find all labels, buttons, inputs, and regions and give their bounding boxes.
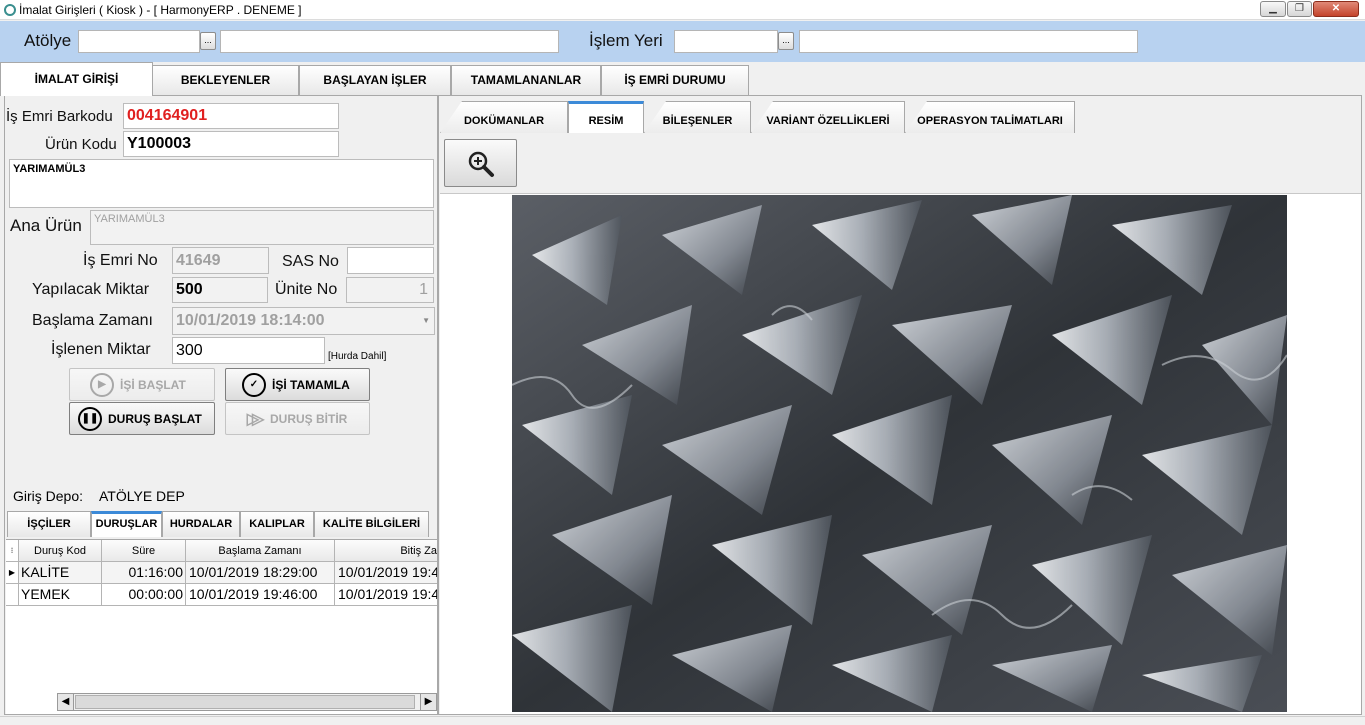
tab-bekleyenler[interactable]: BEKLEYENLER (152, 65, 299, 95)
atolye-label: Atölye (24, 31, 72, 50)
islem-yeri-label: İşlem Yeri (589, 31, 663, 50)
scroll-thumb[interactable] (75, 695, 415, 709)
sas-no-label: SAS No (282, 253, 339, 270)
baslama-zamani-label: Başlama Zamanı (32, 312, 153, 329)
pause-icon: ❚❚ (78, 406, 102, 431)
resim-viewer (440, 193, 1361, 714)
table-row-cell[interactable]: 10/01/2019 19:46:00 (186, 584, 335, 606)
table-row-cell[interactable]: KALİTE (19, 562, 102, 584)
islem-yeri-code-input[interactable] (674, 30, 778, 53)
zoom-button[interactable] (444, 139, 517, 187)
durus-bitir-label: DURUŞ BİTİR (270, 411, 348, 426)
grid-horizontal-scrollbar[interactable]: ◀ ▶ (57, 693, 437, 711)
minimize-icon: ▁ (1269, 3, 1277, 14)
table-row-cell[interactable]: 01:16:00 (102, 562, 186, 584)
isi-baslat-label: İŞİ BAŞLAT (120, 377, 186, 392)
grid-header-sure[interactable]: Süre (102, 540, 186, 562)
check-icon: ✓ (242, 372, 266, 397)
islem-yeri-name-input[interactable] (799, 30, 1138, 53)
subtab-isciler[interactable]: İŞÇİLER (7, 511, 91, 537)
zoom-in-icon (468, 151, 494, 177)
yapilacak-miktar-label: Yapılacak Miktar (32, 281, 150, 298)
unite-no-input: 1 (346, 277, 434, 303)
unite-no-label: Ünite No (275, 281, 338, 298)
duruslar-grid: ⁝ Duruş Kod Süre Başlama Zamanı Bitiş Za… (6, 539, 437, 714)
table-row-cell[interactable]: 00:00:00 (102, 584, 186, 606)
giris-depo-label: Giriş Depo: (13, 488, 84, 504)
yapilacak-miktar-input: 500 (172, 277, 268, 303)
is-emri-no-label: İş Emri No (83, 252, 158, 269)
tab-resim[interactable]: RESİM (568, 101, 644, 133)
tab-tamamlananlar[interactable]: TAMAMLANANLAR (451, 65, 601, 95)
durus-baslat-label: DURUŞ BAŞLAT (108, 411, 202, 426)
is-emri-barkodu-input[interactable]: 004164901 (123, 103, 339, 129)
isi-tamamla-label: İŞİ TAMAMLA (272, 377, 350, 392)
hurda-dahil-note: [Hurda Dahil] (328, 351, 387, 362)
title-bar: İmalat Girişleri ( Kiosk ) - [ HarmonyER… (0, 0, 1365, 20)
durus-bitir-button[interactable]: ▷▷ DURUŞ BİTİR (225, 402, 370, 435)
table-row-cell[interactable]: 10/01/2019 18:29:00 (186, 562, 335, 584)
urun-aciklama-box: YARIMAMÜL3 (9, 159, 434, 208)
tab-operasyon-talimatlari[interactable]: OPERASYON TALİMATLARI (905, 101, 1075, 133)
tab-bilesenler[interactable]: BİLEŞENLER (644, 101, 751, 133)
restore-icon: ❐ (1295, 3, 1304, 14)
table-row-cell[interactable]: YEMEK (19, 584, 102, 606)
urun-kodu-label: Ürün Kodu (45, 136, 117, 153)
islem-yeri-browse-button[interactable]: ... (778, 32, 794, 50)
imalat-girisi-panel: İş Emri Barkodu 004164901 Ürün Kodu Y100… (4, 95, 438, 715)
filter-bar: Atölye ... İşlem Yeri ... (0, 21, 1365, 62)
is-emri-no-input: 41649 (172, 247, 269, 274)
urun-kodu-input[interactable]: Y100003 (123, 131, 339, 157)
table-row-cell[interactable]: 10/01/2019 19:4 (335, 562, 437, 584)
minimize-button[interactable]: ▁ (1260, 1, 1286, 17)
durus-baslat-button[interactable]: ❚❚ DURUŞ BAŞLAT (69, 402, 215, 435)
maximize-button[interactable]: ❐ (1287, 1, 1312, 17)
scroll-left-icon[interactable]: ◀ (58, 694, 74, 710)
atolye-code-input[interactable] (78, 30, 200, 53)
islenen-miktar-label: İşlenen Miktar (51, 341, 151, 358)
tab-baslayan-isler[interactable]: BAŞLAYAN İŞLER (299, 65, 451, 95)
subtab-kaliplar[interactable]: KALIPLAR (240, 511, 314, 537)
isi-baslat-button[interactable]: ▶ İŞİ BAŞLAT (69, 368, 215, 401)
play-icon: ▶ (90, 372, 114, 397)
isi-tamamla-button[interactable]: ✓ İŞİ TAMAMLA (225, 368, 370, 401)
ana-urun-box: YARIMAMÜL3 (90, 210, 434, 245)
subtab-kalite-bilgileri[interactable]: KALİTE BİLGİLERİ (314, 511, 429, 537)
status-bar (0, 716, 1365, 725)
grid-header-durus-kod[interactable]: Duruş Kod (19, 540, 102, 562)
grid-header-baslama-zamani[interactable]: Başlama Zamanı (186, 540, 335, 562)
giris-depo-value: ATÖLYE DEP (99, 488, 185, 504)
tab-variant-ozellikleri[interactable]: VARİANT ÖZELLİKLERİ (751, 101, 905, 133)
tab-dokumanlar[interactable]: DOKÜMANLAR (440, 101, 568, 133)
window-title: İmalat Girişleri ( Kiosk ) - [ HarmonyER… (19, 3, 302, 17)
row-selector[interactable] (6, 584, 19, 606)
close-icon: ✕ (1331, 3, 1341, 14)
main-tabs: İMALAT GİRİŞİ BEKLEYENLER BAŞLAYAN İŞLER… (0, 62, 1365, 96)
subtab-duruslar[interactable]: DURUŞLAR (91, 511, 162, 537)
chevron-down-icon: ▼ (422, 316, 430, 325)
scroll-right-icon[interactable]: ▶ (420, 694, 436, 710)
table-row-cell[interactable]: 10/01/2019 19:4 (335, 584, 437, 606)
atolye-name-input[interactable] (220, 30, 559, 53)
ana-urun-label: Ana Ürün (10, 216, 82, 235)
baslama-zamani-value: 10/01/2019 18:14:00 (176, 312, 325, 329)
tab-imalat-girisi[interactable]: İMALAT GİRİŞİ (0, 62, 153, 96)
sas-no-input[interactable] (347, 247, 434, 274)
grid-header-bitis-zamani[interactable]: Bitiş Za (335, 540, 437, 562)
is-emri-barkodu-label: İş Emri Barkodu (6, 108, 113, 125)
islenen-miktar-input[interactable]: 300 (172, 337, 325, 364)
fast-forward-icon: ▷▷ (246, 410, 265, 428)
baslama-zamani-picker: 10/01/2019 18:14:00 ▼ (172, 307, 435, 335)
row-indicator-icon[interactable]: ▶ (6, 562, 19, 584)
atolye-browse-button[interactable]: ... (200, 32, 216, 50)
tab-is-emri-durumu[interactable]: İŞ EMRİ DURUMU (601, 65, 749, 95)
close-button[interactable]: ✕ (1313, 1, 1359, 17)
detail-panel: DOKÜMANLAR RESİM BİLEŞENLER VARİANT ÖZEL… (438, 95, 1362, 715)
grid-header-selector[interactable]: ⁝ (6, 540, 19, 562)
app-icon (4, 4, 16, 16)
metal-chips-photo (512, 195, 1287, 712)
subtab-hurdalar[interactable]: HURDALAR (162, 511, 240, 537)
